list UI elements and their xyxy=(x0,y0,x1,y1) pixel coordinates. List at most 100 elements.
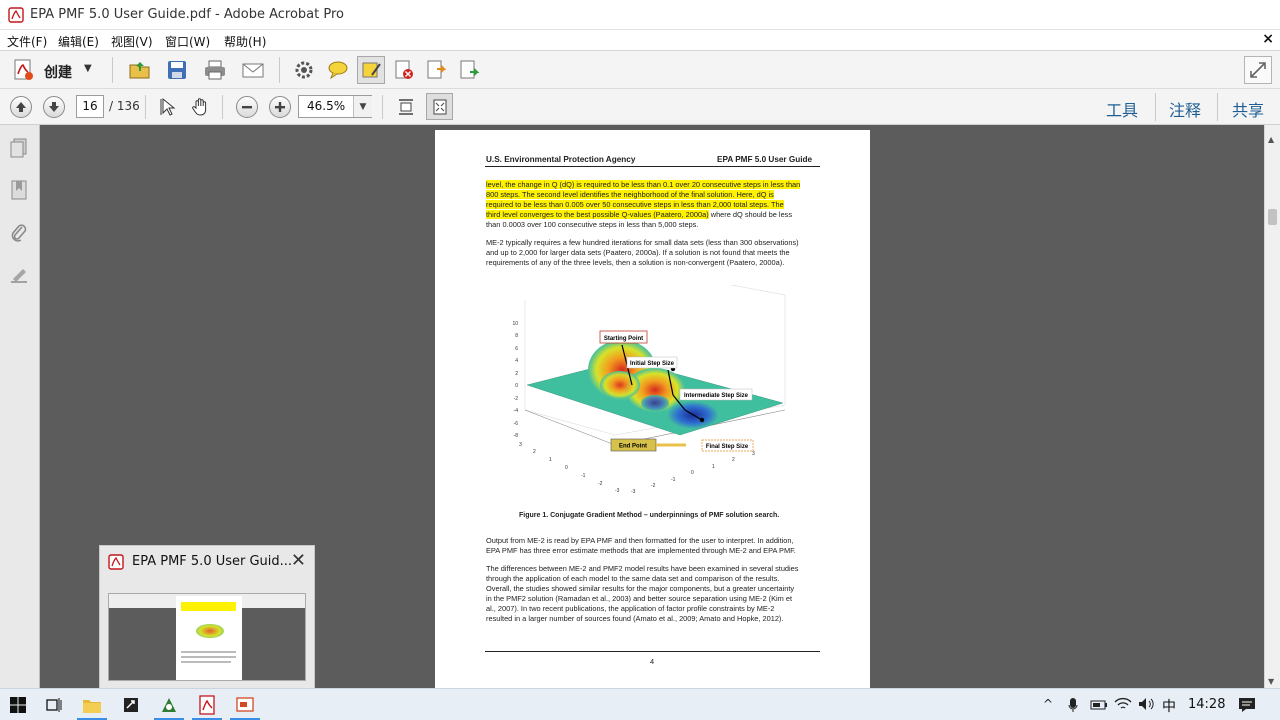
text-line: in the PMF2 solution (Ramadan et al., 20… xyxy=(486,594,793,603)
acrobat-icon xyxy=(8,7,24,23)
tab-divider xyxy=(1155,93,1156,121)
open-folder-icon[interactable] xyxy=(127,57,153,83)
navigation-toolbar: 16 / 136 46.5% ▼ 工具 注释 共享 xyxy=(0,89,1280,125)
app-icon[interactable] xyxy=(119,693,143,717)
acrobat-taskbar-icon[interactable] xyxy=(195,693,219,717)
file-explorer-icon[interactable] xyxy=(80,693,104,717)
page-thumbnails-icon[interactable] xyxy=(8,137,30,159)
menu-file[interactable]: 文件(F) xyxy=(7,33,47,50)
thumbnail-text-line xyxy=(181,651,236,653)
signature-icon[interactable] xyxy=(8,265,30,287)
bookmarks-icon[interactable] xyxy=(8,179,30,201)
text-line: ME-2 typically requires a few hundred it… xyxy=(486,238,799,247)
next-page-icon[interactable] xyxy=(43,96,65,118)
window-title: EPA PMF 5.0 User Guide.pdf - Adobe Acrob… xyxy=(30,7,344,22)
page-total: / 136 xyxy=(109,99,140,113)
presentation-app-icon[interactable] xyxy=(233,693,257,717)
battery-icon[interactable] xyxy=(1090,700,1108,710)
menu-edit[interactable]: 编辑(E) xyxy=(58,33,99,50)
page-header-left: U.S. Environmental Protection Agency xyxy=(486,155,636,164)
gear-icon[interactable] xyxy=(291,57,317,83)
chevron-up-icon[interactable]: ^ xyxy=(1043,697,1053,711)
left-navigation-pane xyxy=(0,125,40,688)
tab-comment[interactable]: 注释 xyxy=(1169,97,1201,121)
vertical-scrollbar[interactable]: ▲ ▼ xyxy=(1264,125,1280,688)
windows-start-icon[interactable] xyxy=(6,693,30,717)
zoom-out-icon[interactable] xyxy=(236,96,258,118)
x-tick: 1 xyxy=(549,457,552,463)
text-line: third level converges to the best possib… xyxy=(486,210,793,219)
scrollbar-thumb[interactable] xyxy=(1268,209,1277,225)
windows-taskbar: ^ 中 14:28 xyxy=(0,688,1280,720)
x-tick: 0 xyxy=(565,465,568,471)
save-icon[interactable] xyxy=(164,57,190,83)
y-tick: -2 xyxy=(651,483,656,489)
highlight-text-icon[interactable] xyxy=(357,56,385,84)
redact-icon[interactable] xyxy=(391,57,417,83)
z-tick: -2 xyxy=(514,396,519,402)
y-tick: 0 xyxy=(691,470,694,476)
zoom-level-select[interactable]: 46.5% ▼ xyxy=(298,95,372,118)
notification-center-icon[interactable] xyxy=(1238,697,1256,713)
z-tick: 0 xyxy=(515,383,518,389)
x-tick: 3 xyxy=(519,442,522,448)
wifi-icon[interactable] xyxy=(1114,697,1132,711)
taskbar-thumbnail-preview[interactable]: EPA PMF 5.0 User Guid... ✕ xyxy=(99,545,315,690)
menu-window[interactable]: 窗口(W) xyxy=(165,33,210,50)
paperclip-icon[interactable] xyxy=(8,222,30,244)
email-icon[interactable] xyxy=(240,57,266,83)
toolbar-divider xyxy=(279,57,280,83)
page-number-input[interactable]: 16 xyxy=(76,95,104,118)
toolbar-divider xyxy=(222,95,223,119)
tab-share[interactable]: 共享 xyxy=(1232,97,1264,121)
create-pdf-icon[interactable] xyxy=(10,57,36,83)
chevron-down-icon[interactable]: ▼ xyxy=(353,96,372,117)
callout-end-point: End Point xyxy=(619,444,647,450)
close-icon[interactable]: ✕ xyxy=(291,550,306,571)
thumbnail-highlight xyxy=(181,602,236,611)
create-button[interactable]: 创建 xyxy=(44,62,72,82)
fit-page-icon[interactable] xyxy=(426,93,453,120)
volume-icon[interactable] xyxy=(1138,697,1156,711)
page-header-right: EPA PMF 5.0 User Guide xyxy=(717,155,813,164)
previous-page-icon[interactable] xyxy=(10,96,32,118)
pdf-page: U.S. Environmental Protection Agency EPA… xyxy=(435,130,870,688)
scroll-up-icon[interactable]: ▲ xyxy=(1268,135,1274,144)
export-pdf-icon[interactable] xyxy=(423,57,449,83)
input-method-indicator[interactable]: 中 xyxy=(1162,696,1176,716)
y-tick: -1 xyxy=(671,477,676,483)
x-tick: -1 xyxy=(581,473,586,479)
callout-intermediate-step: Intermediate Step Size xyxy=(684,393,749,399)
scroll-down-icon[interactable]: ▼ xyxy=(1268,677,1274,686)
tab-divider xyxy=(1217,93,1218,121)
print-icon[interactable] xyxy=(202,57,228,83)
comment-bubble-icon[interactable] xyxy=(325,57,351,83)
app-icon[interactable] xyxy=(157,693,181,717)
zoom-in-icon[interactable] xyxy=(269,96,291,118)
z-axis-ticks: 10 8 6 4 2 0 -2 -4 -6 -8 xyxy=(512,321,518,439)
x-tick: -3 xyxy=(615,488,620,494)
menu-help[interactable]: 帮助(H) xyxy=(224,33,266,50)
text-line: requirements of any of the three levels,… xyxy=(486,258,785,267)
x-axis-ticks: 3 2 1 0 -1 -2 -3 xyxy=(519,442,620,494)
task-view-icon[interactable] xyxy=(42,693,66,717)
surface-peak xyxy=(600,371,640,399)
full-screen-icon[interactable] xyxy=(1244,56,1272,84)
select-cursor-icon[interactable] xyxy=(155,94,181,120)
microphone-icon[interactable] xyxy=(1068,697,1078,713)
thumbnail-text-line xyxy=(181,661,231,663)
combine-files-icon[interactable] xyxy=(456,57,482,83)
hand-tool-icon[interactable] xyxy=(188,94,214,120)
text-line: level, the change in Q (dQ) is required … xyxy=(486,180,801,189)
close-document-button[interactable]: × xyxy=(1262,31,1274,47)
tab-tools[interactable]: 工具 xyxy=(1106,97,1138,121)
system-clock[interactable]: 14:28 xyxy=(1188,697,1225,712)
text-line: resulted in a larger number of sources f… xyxy=(486,614,784,623)
thumbnail-image[interactable] xyxy=(108,593,306,681)
z-tick: -4 xyxy=(514,408,519,414)
z-tick: 2 xyxy=(515,371,518,377)
menu-view[interactable]: 视图(V) xyxy=(111,33,153,50)
fit-width-icon[interactable] xyxy=(393,94,419,120)
create-dropdown-icon[interactable]: ▼ xyxy=(84,63,92,74)
callout-final-step: Final Step Size xyxy=(706,444,749,450)
